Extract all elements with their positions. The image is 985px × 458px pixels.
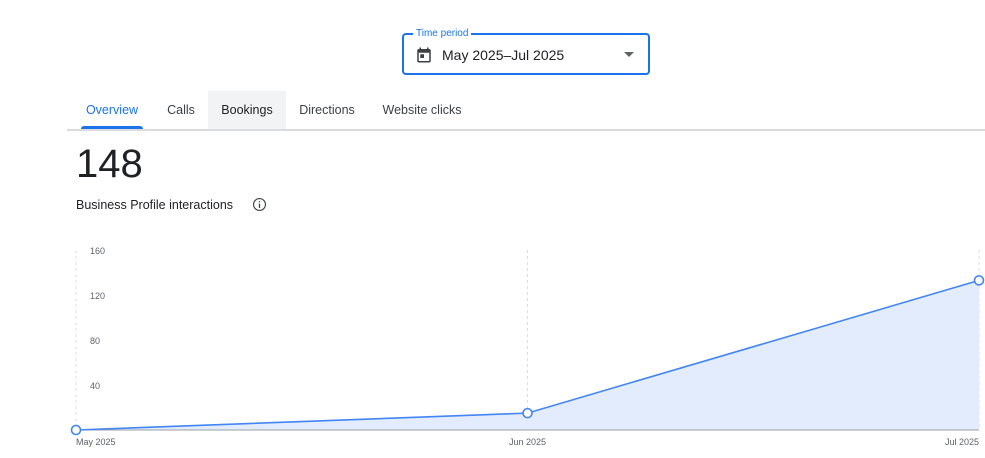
metric-total: 148: [76, 142, 143, 186]
x-tick-label: May 2025: [76, 437, 116, 447]
tab-bookings[interactable]: Bookings: [208, 91, 286, 129]
dropdown-arrow-icon: [624, 52, 634, 57]
y-tick-label: 160: [90, 246, 105, 256]
info-icon[interactable]: [252, 197, 267, 212]
tab-calls[interactable]: Calls: [161, 91, 201, 129]
data-point: [973, 275, 985, 286]
metric-label: Business Profile interactions: [76, 198, 234, 212]
y-tick-label: 80: [90, 336, 100, 346]
tab-website-clicks[interactable]: Website clicks: [376, 91, 468, 129]
data-point: [522, 407, 533, 419]
time-period-label: Time period: [413, 27, 472, 41]
metric-tabs: Overview Calls Bookings Directions Websi…: [67, 91, 985, 131]
tab-directions[interactable]: Directions: [293, 91, 361, 129]
data-point: [70, 424, 82, 436]
y-tick-label: 40: [90, 381, 100, 391]
y-tick-label: 120: [90, 291, 105, 301]
calendar-icon: [417, 47, 431, 63]
x-tick-label: Jun 2025: [509, 437, 546, 447]
tab-overview[interactable]: Overview: [81, 91, 143, 129]
interactions-chart: 40 80 120 160 May 2025 Jun 2025 Jul 2025: [70, 246, 985, 447]
x-tick-label: Jul 2025: [945, 437, 979, 447]
time-period-value: May 2025–Jul 2025: [442, 47, 565, 63]
time-period-select[interactable]: Time period May 2025–Jul 2025: [402, 27, 650, 75]
